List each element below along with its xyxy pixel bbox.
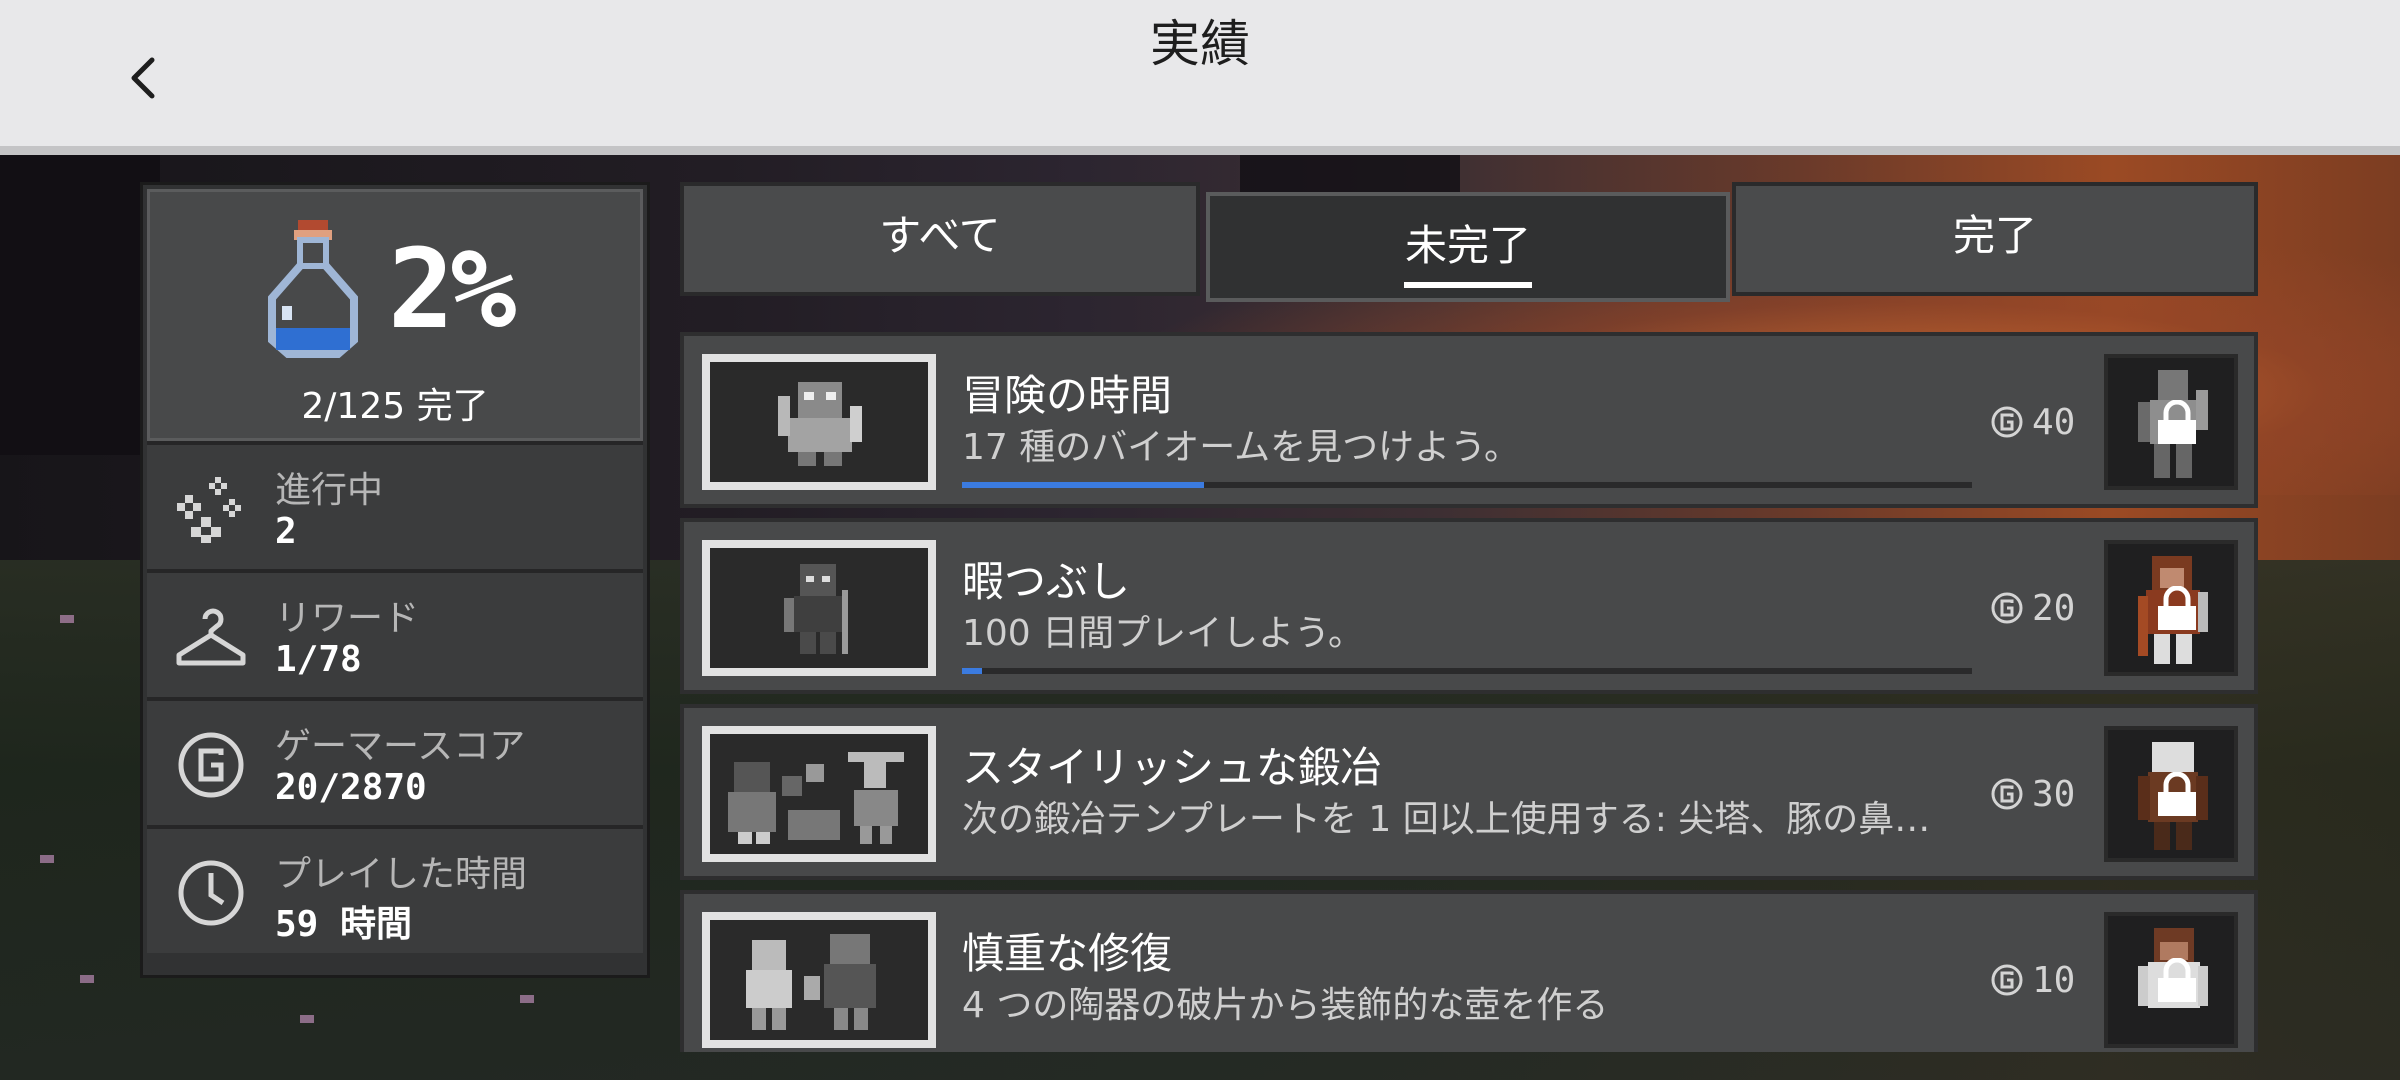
petal (60, 615, 74, 623)
score-text: 30 (2032, 774, 2076, 815)
lock-icon (2158, 400, 2196, 444)
gamerscore-icon (1991, 592, 2023, 624)
achievement-description: 100 日間プレイしよう。 (962, 613, 1364, 654)
gamerscore-value: 30 (1990, 774, 2075, 815)
progress-fill (962, 668, 983, 674)
completion-percent: 2% (388, 225, 516, 353)
achievement-title: スタイリッシュな鍛冶 (962, 743, 1383, 792)
gamerscore-value: 40 (1990, 402, 2075, 443)
header-bar: 実績 (0, 0, 2400, 155)
reward-preview (2104, 912, 2238, 1048)
achievement-thumbnail (702, 912, 936, 1048)
petal (80, 975, 94, 983)
stat-label: プレイした時間 (275, 854, 528, 895)
petal (40, 855, 54, 863)
stat-value: 2 (275, 511, 297, 552)
stat-label: リワード (275, 598, 420, 639)
character-portrait (746, 934, 876, 1030)
tab-all[interactable]: すべて (680, 182, 1200, 296)
progress-track (962, 668, 1972, 674)
gamerscore-icon (1991, 406, 2023, 438)
tab-label: すべて (879, 211, 1001, 260)
achievement-list[interactable]: 冒険の時間 17 種のバイオームを見つけよう。 40 暇つぶし 100 日間プレ… (680, 332, 2258, 1052)
gamerscore-value: 20 (1990, 588, 2075, 629)
progress-fill (962, 482, 1205, 488)
achievement-item[interactable]: 暇つぶし 100 日間プレイしよう。 20 (680, 518, 2258, 694)
gamerscore-value: 10 (1990, 960, 2075, 1001)
achievement-description: 4 つの陶器の破片から装飾的な壺を作る (962, 985, 1609, 1026)
petal (520, 995, 534, 1003)
reward-preview (2104, 540, 2238, 676)
gamerscore-icon (1991, 964, 2023, 996)
completion-count: 2/125 完了 (301, 386, 489, 427)
stat-value: 59 時間 (275, 904, 413, 945)
achievement-thumbnail (702, 354, 936, 490)
stat-value: 1/78 (275, 639, 362, 680)
gamerscore-icon (178, 732, 244, 798)
tree-silhouette (0, 155, 160, 455)
stat-rewards: リワード 1/78 (147, 569, 643, 697)
achievement-item[interactable]: 冒険の時間 17 種のバイオームを見つけよう。 40 (680, 332, 2258, 508)
achievement-title: 冒険の時間 (962, 371, 1173, 420)
achievement-thumbnail (702, 540, 936, 676)
stats-panel: 2% 2/125 完了 進行中 2 リワード 1/78 ゲーマースコア 20/2… (140, 182, 650, 978)
sparkles-icon (177, 477, 241, 543)
hanger-icon (176, 608, 246, 666)
achievement-title: 慎重な修復 (962, 929, 1173, 978)
gamerscore-icon (1991, 778, 2023, 810)
character-portrait (778, 382, 862, 466)
achievement-thumbnail (702, 726, 936, 862)
lock-icon (2158, 958, 2196, 1002)
stat-in-progress: 進行中 2 (147, 441, 643, 569)
achievement-description: 17 種のバイオームを見つけよう。 (962, 427, 1521, 468)
completion-summary: 2% 2/125 完了 (147, 189, 643, 441)
tab-label: 完了 (1952, 211, 2037, 260)
stat-gamerscore: ゲーマースコア 20/2870 (147, 697, 643, 825)
score-text: 10 (2032, 960, 2076, 1001)
potion-bottle-icon (268, 220, 358, 358)
smithing-scene (728, 752, 904, 844)
reward-preview (2104, 354, 2238, 490)
stat-value: 20/2870 (275, 767, 427, 808)
stat-label: 進行中 (275, 470, 384, 511)
tab-complete[interactable]: 完了 (1732, 182, 2258, 296)
achievement-description: 次の鍛冶テンプレートを 1 回以上使用する: 尖塔、豚の鼻… (962, 799, 1931, 840)
clock-icon (178, 860, 244, 926)
score-text: 40 (2032, 402, 2076, 443)
achievement-title: 暇つぶし (962, 557, 1131, 606)
stat-label: ゲーマースコア (275, 726, 526, 767)
achievement-item[interactable]: 慎重な修復 4 つの陶器の破片から装飾的な壺を作る 10 (680, 890, 2258, 1052)
progress-track (962, 482, 1972, 488)
petal (300, 1015, 314, 1023)
reward-preview (2104, 726, 2238, 862)
lock-icon (2158, 586, 2196, 630)
stat-play-time: プレイした時間 59 時間 (147, 825, 643, 953)
lock-icon (2158, 772, 2196, 816)
page-title: 実績 (1150, 15, 1250, 73)
achievement-item[interactable]: スタイリッシュな鍛冶 次の鍛冶テンプレートを 1 回以上使用する: 尖塔、豚の鼻… (680, 704, 2258, 880)
tab-label: 未完了 (1404, 221, 1531, 270)
score-text: 20 (2032, 588, 2076, 629)
tab-incomplete[interactable]: 未完了 (1206, 192, 1730, 302)
tab-selected-indicator (1404, 282, 1532, 288)
character-portrait (784, 564, 848, 654)
